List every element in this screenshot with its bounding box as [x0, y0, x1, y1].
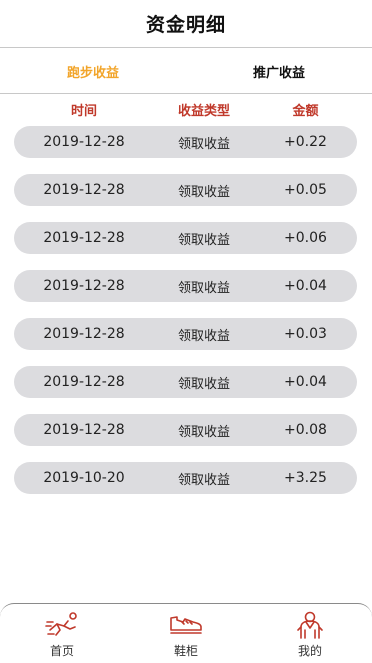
tab-running-earnings[interactable]: 跑步收益	[0, 49, 186, 93]
row-type: 领取收益	[177, 232, 230, 248]
list-item: 2019-12-28 领取收益 +0.22	[14, 126, 357, 158]
row-type: 领取收益	[177, 472, 230, 488]
row-type: 领取收益	[177, 328, 230, 344]
tabbar-label-profile: 我的	[297, 644, 322, 658]
list-item: 2019-12-28 领取收益 +0.06	[14, 222, 357, 254]
column-header-type: 收益类型	[177, 103, 230, 119]
row-date: 2019-12-28	[43, 422, 125, 438]
row-amount: +0.04	[284, 278, 327, 294]
list-item: 2019-12-28 领取收益 +0.04	[14, 270, 357, 302]
row-amount: +0.03	[284, 326, 327, 342]
column-header-time: 时间	[70, 103, 97, 119]
row-date: 2019-12-28	[43, 278, 125, 294]
bottom-tab-bar: 首页 鞋柜 我的	[0, 603, 372, 663]
runner-icon	[45, 612, 77, 636]
transaction-list: 2019-12-28 领取收益 +0.22 2019-12-28 领取收益 +0…	[14, 126, 357, 510]
row-date: 2019-12-28	[43, 374, 125, 390]
earnings-tabs: 跑步收益 推广收益	[0, 49, 372, 94]
tabbar-item-shoe-cabinet[interactable]: 鞋柜	[124, 604, 248, 663]
row-amount: +0.22	[284, 134, 327, 150]
row-type: 领取收益	[177, 424, 230, 440]
row-type: 领取收益	[177, 184, 230, 200]
tabbar-label-home: 首页	[49, 644, 74, 658]
row-amount: +3.25	[284, 470, 327, 486]
row-date: 2019-12-28	[43, 230, 125, 246]
row-amount: +0.04	[284, 374, 327, 390]
row-amount: +0.06	[284, 230, 327, 246]
list-item: 2019-12-28 领取收益 +0.03	[14, 318, 357, 350]
list-item: 2019-12-28 领取收益 +0.05	[14, 174, 357, 206]
row-type: 领取收益	[177, 280, 230, 296]
row-type: 领取收益	[177, 136, 230, 152]
page-title: 资金明细	[145, 14, 226, 36]
shoe-icon	[170, 616, 202, 634]
person-icon	[297, 611, 323, 639]
row-amount: +0.08	[284, 422, 327, 438]
list-item: 2019-12-28 领取收益 +0.04	[14, 366, 357, 398]
page-header: 资金明细	[0, 0, 372, 48]
row-date: 2019-12-28	[43, 326, 125, 342]
column-headers: 时间 收益类型 金额	[14, 98, 357, 120]
row-type: 领取收益	[177, 376, 230, 392]
list-item: 2019-10-20 领取收益 +3.25	[14, 462, 357, 494]
tabbar-item-home[interactable]: 首页	[0, 604, 124, 663]
tabbar-label-shoe-cabinet: 鞋柜	[173, 644, 198, 658]
row-date: 2019-12-28	[43, 134, 125, 150]
list-item: 2019-12-28 领取收益 +0.08	[14, 414, 357, 446]
tab-referral-earnings[interactable]: 推广收益	[186, 49, 372, 93]
row-amount: +0.05	[284, 182, 327, 198]
column-header-amount: 金额	[292, 103, 319, 119]
tabbar-item-profile[interactable]: 我的	[248, 604, 372, 663]
row-date: 2019-10-20	[43, 470, 125, 486]
row-date: 2019-12-28	[43, 182, 125, 198]
